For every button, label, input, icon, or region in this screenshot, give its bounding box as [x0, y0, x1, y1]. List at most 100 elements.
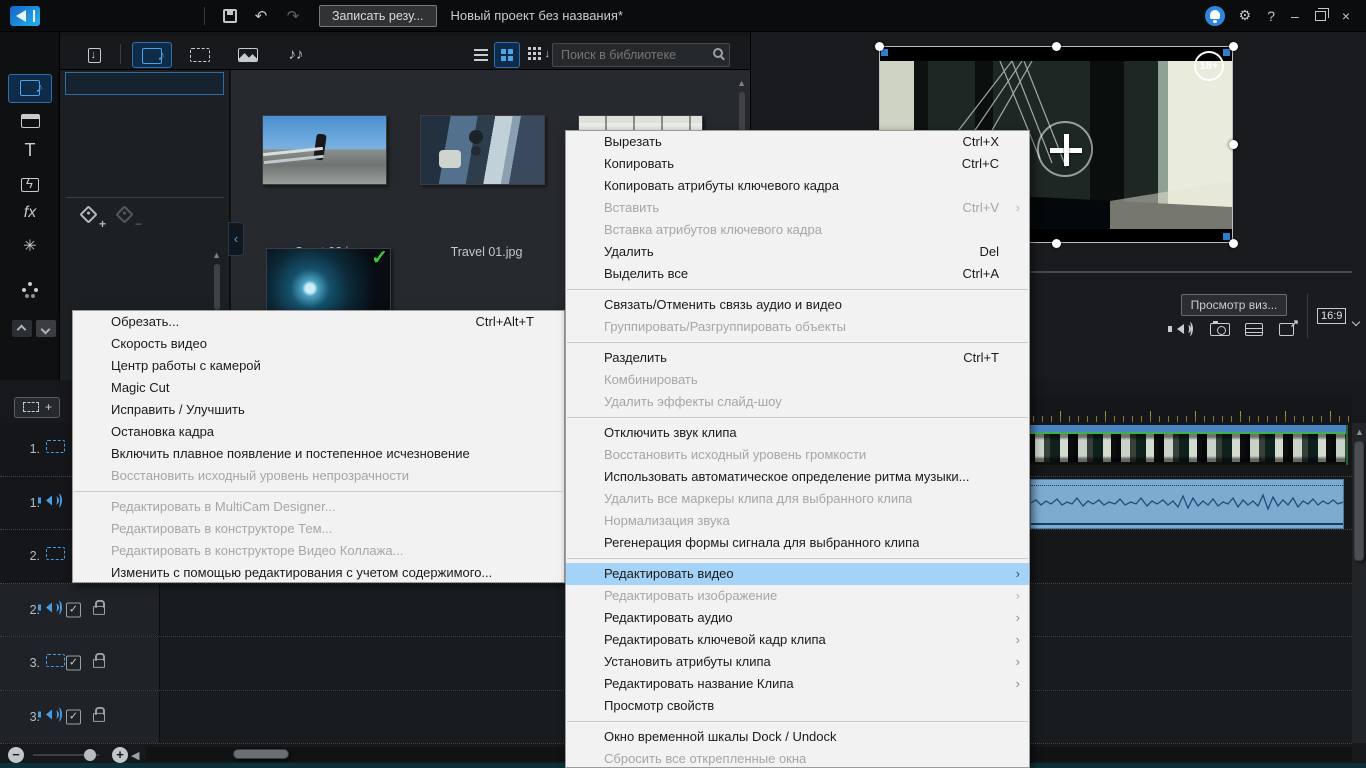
- media-details-icon[interactable]: [1243, 320, 1265, 338]
- search-icon[interactable]: [713, 48, 723, 58]
- context-menu-item[interactable]: ВставитьCtrl+V ›: [566, 197, 1029, 219]
- context-menu-item[interactable]: Редактировать изображение ›: [566, 585, 1029, 607]
- context-menu-item[interactable]: Отключить звук клипа ›: [566, 422, 1029, 444]
- track-header[interactable]: 3. ✓: [0, 691, 160, 744]
- context-menu-item[interactable]: Регенерация формы сигнала для выбранного…: [566, 532, 1029, 554]
- remove-tag-icon[interactable]: −: [116, 203, 142, 229]
- context-menu-item[interactable]: Вставка атрибутов ключевого кадра ›: [566, 219, 1029, 241]
- media-thumbnail[interactable]: [420, 115, 545, 185]
- media-item[interactable]: Travel 01.jpg: [420, 115, 553, 185]
- context-menu-item[interactable]: Установить атрибуты клипа ›: [566, 651, 1029, 673]
- submenu-item[interactable]: Восстановить исходный уровень непрозрачн…: [73, 465, 564, 487]
- minimize-icon[interactable]: –: [1291, 8, 1299, 24]
- category-scroll-up-icon[interactable]: ▲: [212, 250, 221, 260]
- sidebar-scroll-up-button[interactable]: [12, 320, 32, 337]
- scrollbar-thumb[interactable]: [1354, 441, 1364, 561]
- context-menu-item[interactable]: Комбинировать ›: [566, 369, 1029, 391]
- transition-room-icon[interactable]: [0, 176, 60, 198]
- context-menu-item[interactable]: Сбросить все открепленные окна ›: [566, 748, 1029, 768]
- media-thumbnail[interactable]: [262, 115, 387, 185]
- crop-corner-bottom-right[interactable]: [1223, 233, 1230, 240]
- context-menu-item[interactable]: Группировать/Разгруппировать объекты ›: [566, 316, 1029, 338]
- close-icon[interactable]: ×: [1342, 8, 1350, 24]
- transform-rotate-handle[interactable]: [1037, 121, 1093, 177]
- resize-handle-top-left[interactable]: [875, 42, 884, 51]
- zoom-in-button[interactable]: +: [112, 747, 128, 763]
- submenu-item[interactable]: Исправить / Улучшить: [73, 399, 564, 421]
- context-menu-item[interactable]: Окно временной шкалы Dock / Undock ›: [566, 726, 1029, 748]
- scroll-left-icon[interactable]: ◀: [131, 749, 139, 762]
- context-menu-item[interactable]: Выделить всеCtrl+A ›: [566, 263, 1029, 285]
- zoom-out-button[interactable]: −: [8, 747, 24, 763]
- category-item[interactable]: [65, 122, 224, 145]
- track-lock-icon[interactable]: [93, 659, 105, 668]
- sidebar-scroll-down-button[interactable]: [36, 320, 56, 337]
- track-lock-icon[interactable]: [93, 606, 105, 615]
- category-item[interactable]: [65, 72, 224, 95]
- context-menu-item[interactable]: Копировать атрибуты ключевого кадра ›: [566, 175, 1029, 197]
- resize-handle-top-right[interactable]: [1229, 42, 1238, 51]
- submenu-item[interactable]: Обрезать...Ctrl+Alt+T: [73, 311, 564, 333]
- context-menu-item[interactable]: Восстановить исходный уровень громкости …: [566, 444, 1029, 466]
- notification-bell-icon[interactable]: [1205, 6, 1225, 26]
- clapperboard-icon[interactable]: [0, 112, 60, 134]
- context-menu-item[interactable]: Удалить эффекты слайд-шоу ›: [566, 391, 1029, 413]
- pip-objects-icon[interactable]: ✳: [0, 236, 60, 256]
- context-menu-item[interactable]: Просмотр свойств ›: [566, 695, 1029, 717]
- track-header[interactable]: 2. ✓: [0, 584, 160, 637]
- zoom-slider-handle[interactable]: [84, 749, 96, 761]
- category-item[interactable]: [65, 147, 224, 170]
- restore-icon[interactable]: [1315, 11, 1326, 21]
- submenu-item[interactable]: Остановка кадра: [73, 421, 564, 443]
- produce-button[interactable]: Записать резу...: [319, 5, 437, 27]
- resize-handle-middle-right[interactable]: [1229, 140, 1238, 149]
- context-menu-item[interactable]: КопироватьCtrl+C ›: [566, 153, 1029, 175]
- library-scroll-up-icon[interactable]: ▲: [737, 78, 746, 88]
- submenu-item[interactable]: Изменить с помощью редактирования с учет…: [73, 562, 564, 583]
- preview-quality-button[interactable]: Просмотр виз...: [1181, 294, 1287, 316]
- volume-icon[interactable]: [1175, 320, 1197, 338]
- timeline-video-clip[interactable]: [1030, 425, 1348, 465]
- resize-handle-bottom-right[interactable]: [1229, 239, 1238, 248]
- filter-photo-button[interactable]: [228, 42, 268, 68]
- aspect-ratio-dropdown-icon[interactable]: [1353, 312, 1359, 330]
- context-menu-item[interactable]: Редактировать аудио ›: [566, 607, 1029, 629]
- submenu-item[interactable]: Включить плавное появление и постепенное…: [73, 443, 564, 465]
- context-menu-item[interactable]: ВырезатьCtrl+X ›: [566, 131, 1029, 153]
- collapse-panel-button[interactable]: ‹: [228, 222, 244, 256]
- filter-all-media-button[interactable]: [132, 42, 172, 68]
- context-menu-item[interactable]: Редактировать ключевой кадр клипа ›: [566, 629, 1029, 651]
- fx-room-icon[interactable]: fx: [0, 204, 60, 222]
- import-media-button[interactable]: [76, 43, 112, 67]
- search-input[interactable]: [561, 45, 701, 65]
- scrollbar-thumb[interactable]: [233, 749, 289, 759]
- selected-video-thumbnail[interactable]: ✓: [266, 248, 391, 318]
- filter-music-button[interactable]: ♪♪: [276, 42, 316, 68]
- resize-handle-bottom-middle[interactable]: [1052, 239, 1061, 248]
- media-room-icon[interactable]: [0, 80, 60, 102]
- filter-video-button[interactable]: [180, 42, 220, 68]
- context-menu-item[interactable]: УдалитьDel ›: [566, 241, 1029, 263]
- save-icon[interactable]: [223, 9, 237, 23]
- add-tag-icon[interactable]: +: [80, 203, 106, 229]
- sort-options-icon[interactable]: [528, 46, 550, 64]
- track-enable-checkbox[interactable]: ✓: [66, 656, 81, 671]
- track-enable-checkbox[interactable]: ✓: [66, 602, 81, 617]
- context-menu-item[interactable]: Удалить все маркеры клипа для выбранного…: [566, 488, 1029, 510]
- submenu-item[interactable]: Редактировать в MultiCam Designer...: [73, 496, 564, 518]
- context-menu-item[interactable]: Нормализация звука ›: [566, 510, 1029, 532]
- context-menu-item[interactable]: РазделитьCtrl+T ›: [566, 347, 1029, 369]
- title-room-icon[interactable]: T: [0, 140, 60, 161]
- redo-icon[interactable]: ↷: [284, 7, 302, 25]
- context-menu-item[interactable]: Редактировать название Клипа ›: [566, 673, 1029, 695]
- submenu-item[interactable]: Редактировать в конструкторе Видео Колла…: [73, 540, 564, 562]
- context-menu-item[interactable]: Связать/Отменить связь аудио и видео ›: [566, 294, 1029, 316]
- settings-gear-icon[interactable]: ⚙: [1239, 7, 1252, 24]
- submenu-item[interactable]: Центр работы с камерой: [73, 355, 564, 377]
- category-scrollbar[interactable]: [214, 264, 220, 310]
- grid-view-button[interactable]: [494, 42, 520, 68]
- context-menu-item[interactable]: Редактировать видео ›: [566, 563, 1029, 585]
- submenu-item[interactable]: Редактировать в конструкторе Тем...: [73, 518, 564, 540]
- particle-room-icon[interactable]: [0, 270, 60, 292]
- track-enable-checkbox[interactable]: ✓: [66, 709, 81, 724]
